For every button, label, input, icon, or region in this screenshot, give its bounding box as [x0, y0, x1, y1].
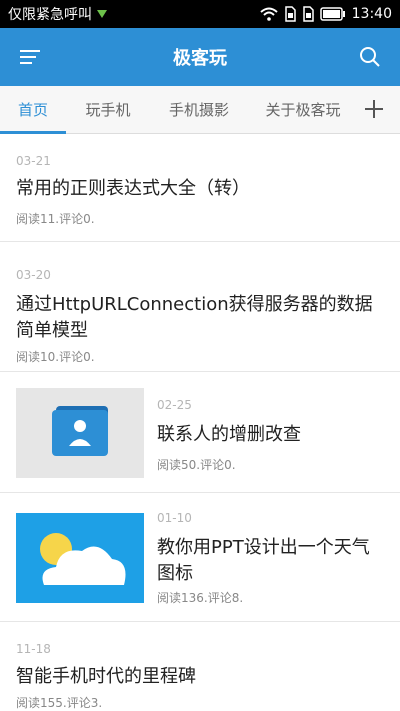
- article-item[interactable]: 02-25 联系人的增删改查 阅读50.评论0.: [0, 372, 400, 493]
- article-meta: 阅读136.评论8.: [157, 591, 244, 605]
- article-item[interactable]: 11-18 智能手机时代的里程碑 阅读155.评论3.: [0, 622, 400, 711]
- article-date: 01-10: [157, 511, 192, 525]
- article-item[interactable]: 01-10 教你用PPT设计出一个天气图标 阅读136.评论8.: [0, 493, 400, 622]
- wifi-icon: [259, 7, 278, 21]
- app-title: 极客玩: [173, 48, 227, 69]
- article-meta: 阅读50.评论0.: [157, 458, 236, 472]
- add-tab-button[interactable]: [362, 96, 386, 122]
- tab-about[interactable]: 关于极客玩: [256, 86, 350, 134]
- menu-button[interactable]: [18, 47, 42, 67]
- article-date: 02-25: [157, 398, 192, 412]
- article-meta: 阅读155.评论3.: [16, 696, 103, 710]
- article-meta: 阅读11.评论0.: [16, 212, 95, 226]
- article-thumbnail: [16, 513, 144, 603]
- category-tabs: 首页 玩手机 手机摄影 关于极客玩: [0, 86, 400, 134]
- article-title: 联系人的增删改查: [157, 424, 301, 445]
- search-button[interactable]: [358, 45, 382, 69]
- menu-icon: [20, 50, 40, 64]
- article-item[interactable]: 03-21 常用的正则表达式大全（转） 阅读11.评论0.: [0, 134, 400, 242]
- contacts-icon: [52, 406, 108, 456]
- article-title: 教你用PPT设计出一个天气图标: [157, 537, 370, 584]
- download-icon: [97, 10, 107, 18]
- status-bar: 仅限紧急呼叫 13:40: [0, 0, 400, 28]
- article-date: 11-18: [16, 642, 51, 656]
- article-meta: 阅读10.评论0.: [16, 350, 95, 364]
- article-list: 03-21 常用的正则表达式大全（转） 阅读11.评论0. 03-20 通过Ht…: [0, 134, 400, 711]
- article-date: 03-20: [16, 268, 51, 282]
- status-icons: 13:40: [259, 6, 392, 22]
- app-bar: 极客玩: [0, 28, 400, 86]
- weather-icon: [40, 533, 126, 585]
- article-thumbnail: [16, 388, 144, 478]
- sim2-icon: [302, 6, 314, 22]
- carrier-group: 仅限紧急呼叫: [8, 4, 108, 24]
- carrier-text: 仅限紧急呼叫: [8, 7, 92, 23]
- article-item[interactable]: 03-20 通过HttpURLConnection获得服务器的数据简单模型 阅读…: [0, 242, 400, 372]
- article-date: 03-21: [16, 154, 51, 168]
- tab-phone-photography[interactable]: 手机摄影: [156, 86, 242, 134]
- tab-play-phone[interactable]: 玩手机: [72, 86, 144, 134]
- tab-home[interactable]: 首页: [0, 86, 66, 134]
- clock: 13:40: [351, 6, 392, 22]
- battery-icon: [319, 7, 345, 21]
- plus-icon: [365, 100, 383, 118]
- article-title: 通过HttpURLConnection获得服务器的数据简单模型: [16, 294, 373, 341]
- search-icon: [360, 47, 380, 67]
- sim1-icon: [284, 6, 296, 22]
- article-title: 智能手机时代的里程碑: [16, 666, 196, 687]
- article-title: 常用的正则表达式大全（转）: [16, 178, 250, 199]
